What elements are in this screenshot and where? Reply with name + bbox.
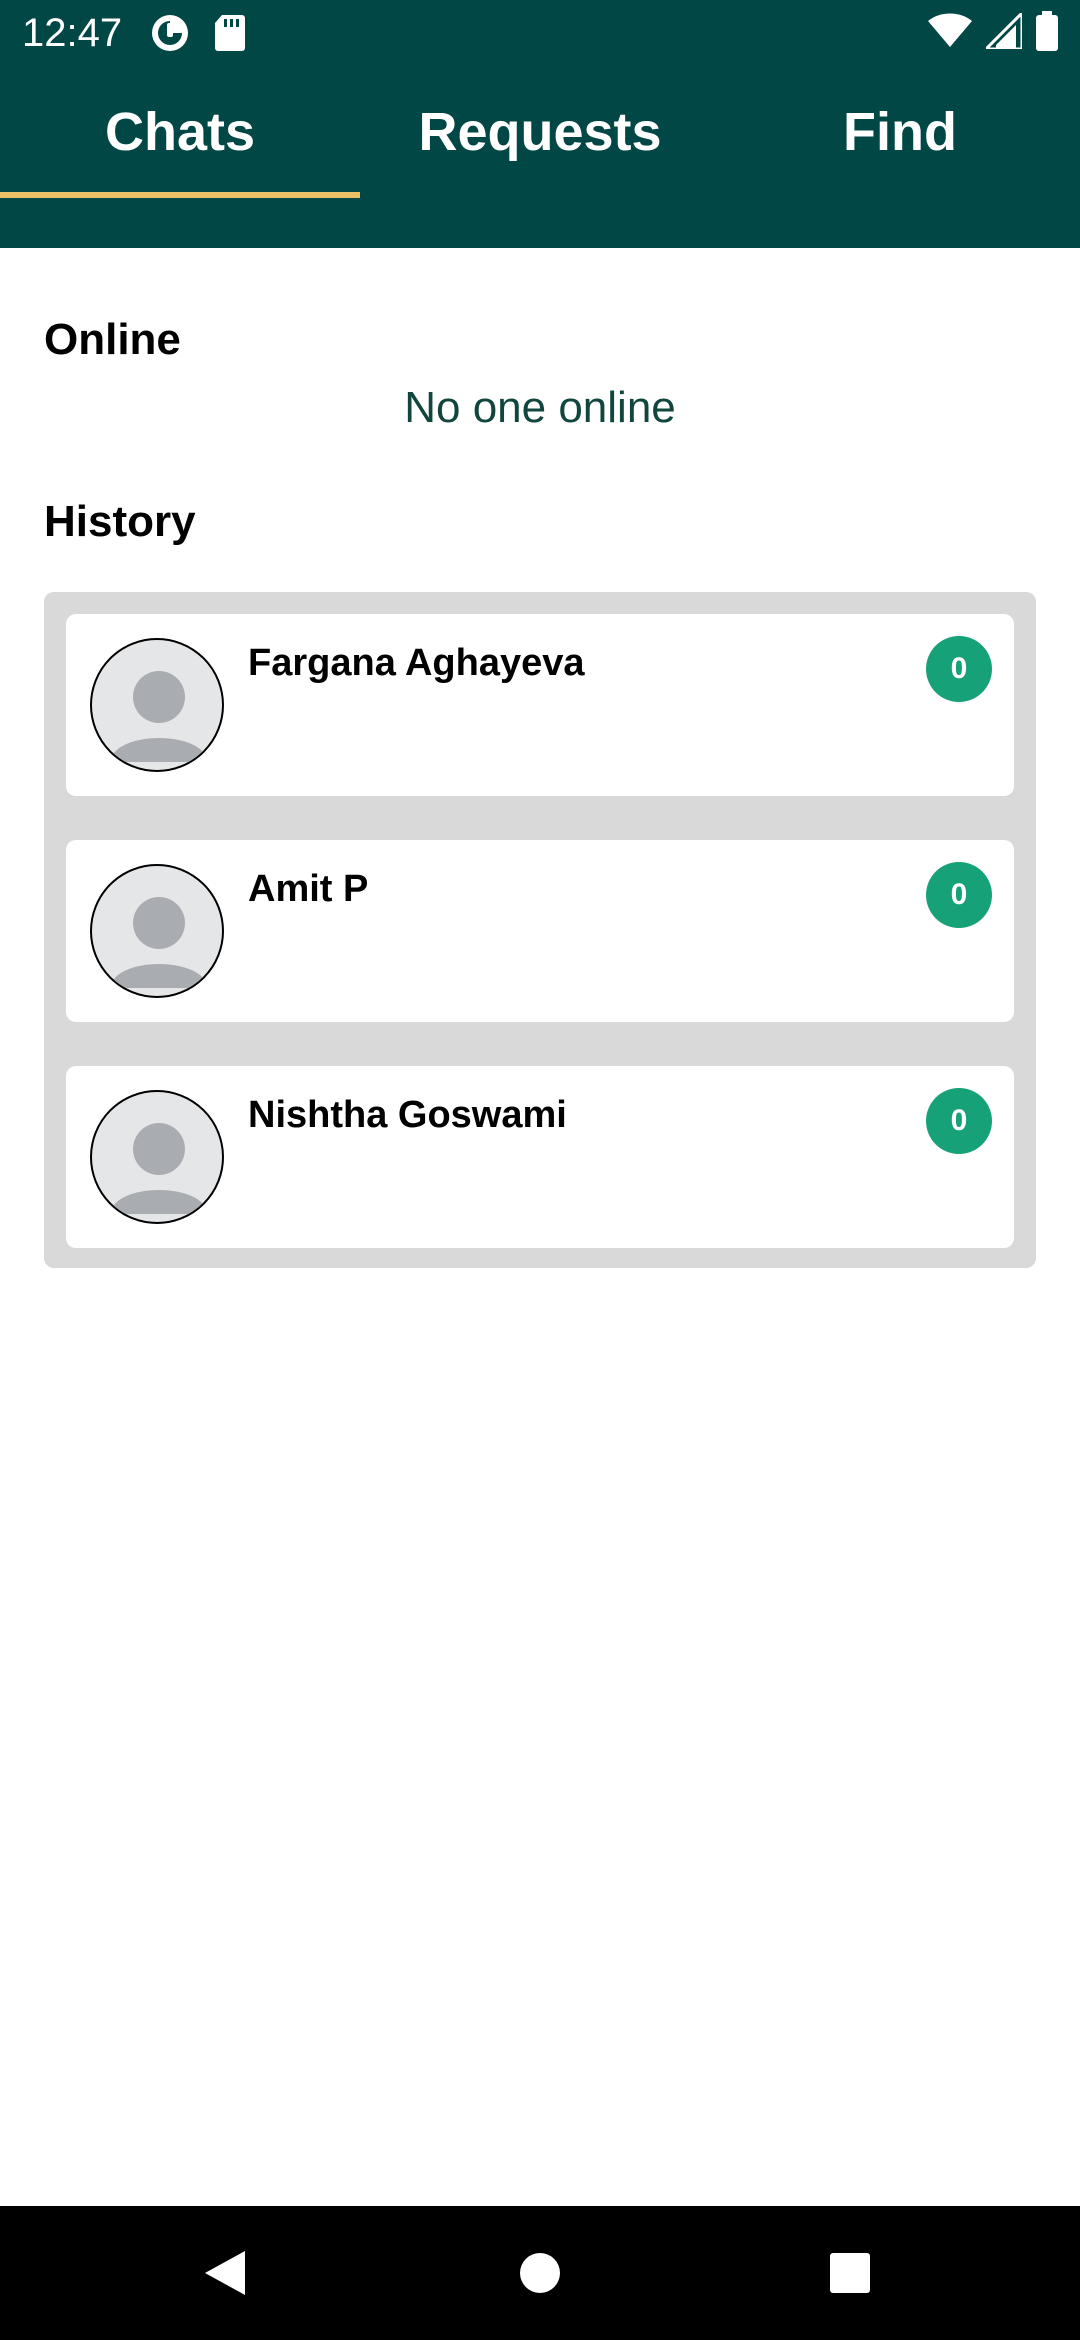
cell-signal-icon	[982, 8, 1024, 54]
status-time: 12:47	[22, 11, 123, 55]
wifi-icon	[928, 13, 972, 54]
unread-count-badge: 0	[926, 1088, 992, 1154]
chat-item[interactable]: Amit P 0	[66, 840, 1014, 1022]
tab-chats[interactable]: Chats	[0, 66, 360, 198]
tab-find[interactable]: Find	[720, 66, 1080, 198]
tab-bar: Chats Requests Find	[0, 66, 1080, 198]
status-bar: 12:47	[0, 0, 1080, 66]
history-section-title: History	[44, 497, 196, 546]
recents-icon[interactable]	[770, 2206, 930, 2340]
sd-card-icon	[214, 13, 254, 53]
default-avatar-icon	[90, 864, 224, 998]
chat-item[interactable]: Fargana Aghayeva 0	[66, 614, 1014, 796]
tab-requests[interactable]: Requests	[360, 66, 720, 198]
online-section-title: Online	[44, 315, 181, 364]
chat-name: Fargana Aghayeva	[248, 642, 585, 684]
history-list: Fargana Aghayeva 0 Amit P 0 Nishtha Gosw…	[44, 592, 1036, 1268]
back-icon[interactable]	[145, 2206, 305, 2340]
chat-item[interactable]: Nishtha Goswami 0	[66, 1066, 1014, 1248]
home-icon[interactable]	[460, 2206, 620, 2340]
data-saver-icon	[150, 13, 190, 53]
online-empty-message: No one online	[404, 383, 676, 432]
app-header: 12:47 Chats Requests Find	[0, 0, 1080, 248]
chat-name: Nishtha Goswami	[248, 1094, 567, 1136]
status-icons-right	[928, 8, 1058, 56]
battery-icon	[1036, 10, 1058, 56]
chat-name: Amit P	[248, 868, 369, 910]
unread-count-badge: 0	[926, 636, 992, 702]
default-avatar-icon	[90, 638, 224, 772]
system-nav-bar	[0, 2206, 1080, 2340]
default-avatar-icon	[90, 1090, 224, 1224]
unread-count-badge: 0	[926, 862, 992, 928]
